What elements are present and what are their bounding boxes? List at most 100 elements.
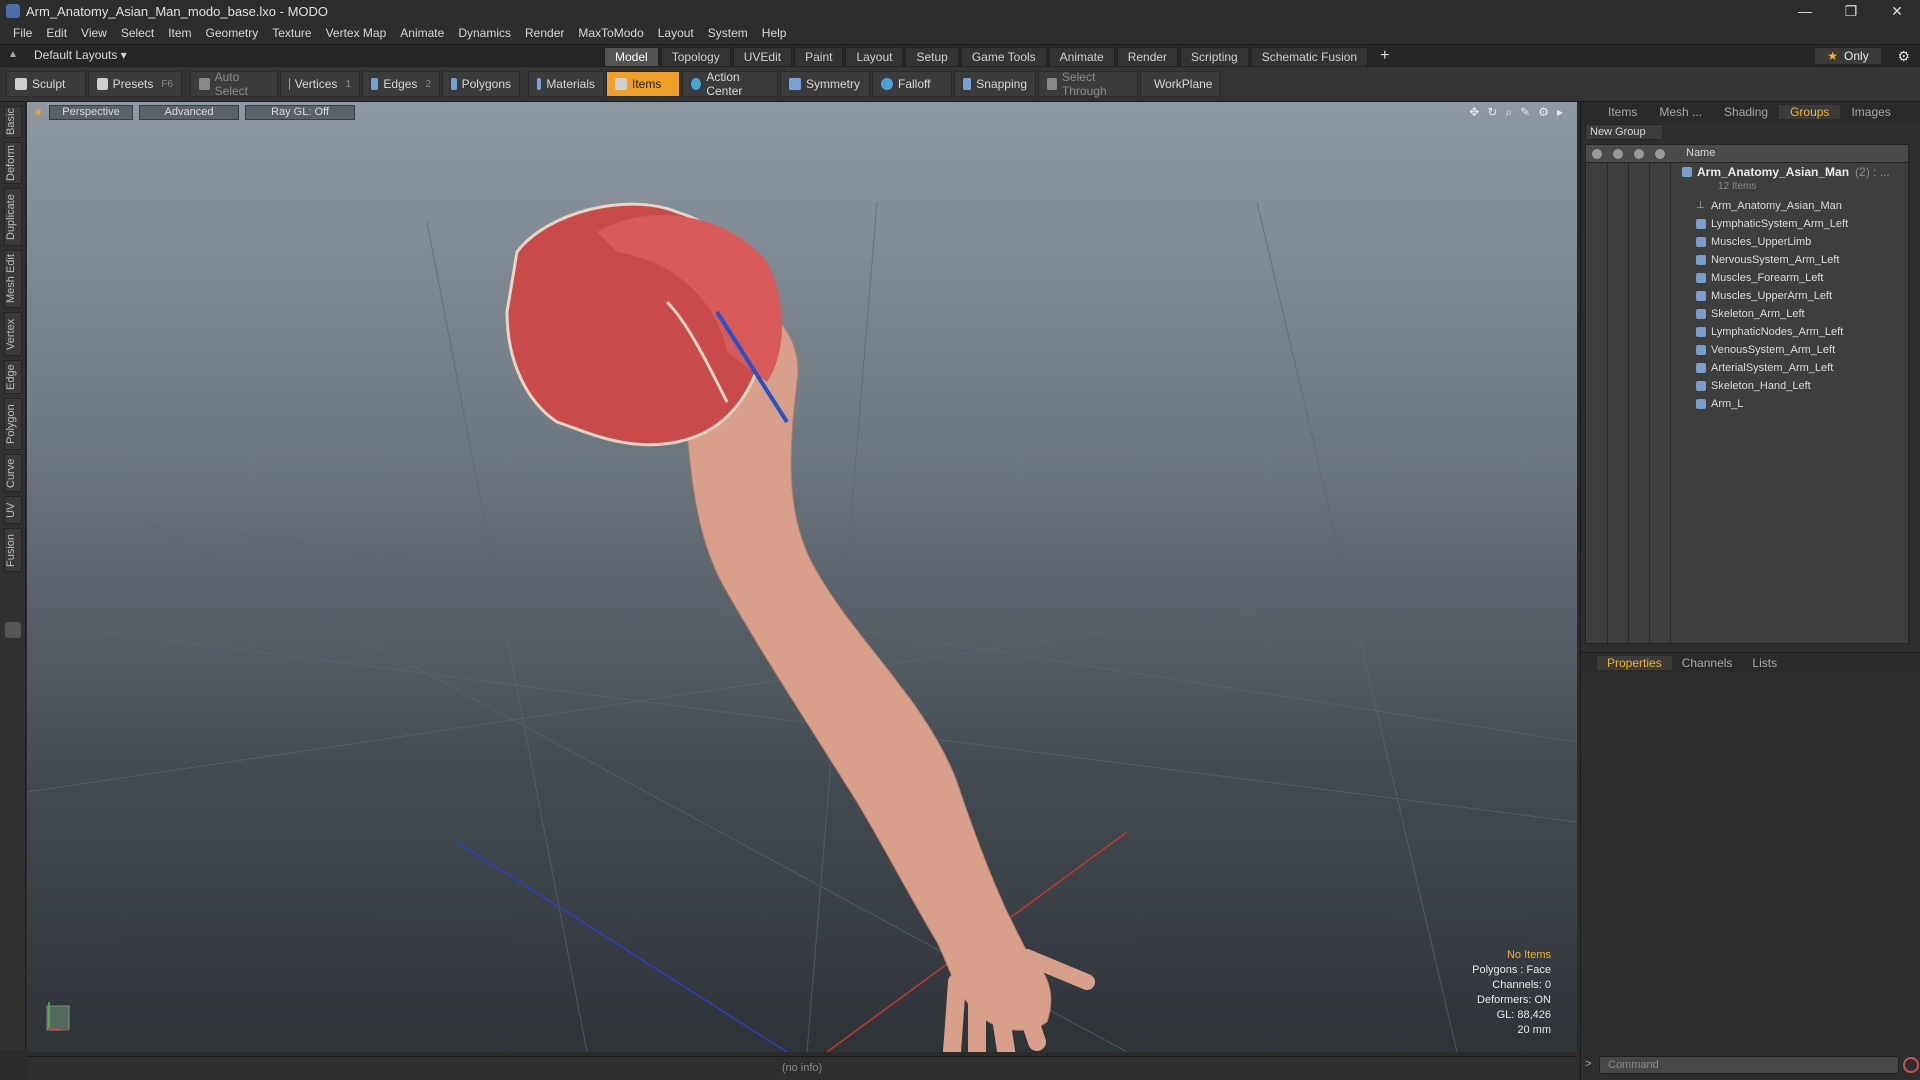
command-history-icon[interactable] (1903, 1057, 1919, 1073)
settings-icon[interactable]: ⚙ (1538, 105, 1549, 120)
auto-select-button[interactable]: Auto Select (190, 70, 278, 98)
zoom-icon[interactable]: ⌕ (1505, 105, 1512, 120)
menu-item[interactable]: Item (161, 26, 198, 40)
menu-help[interactable]: Help (755, 26, 794, 40)
items-button[interactable]: Items (606, 71, 680, 97)
workplane-button[interactable]: WorkPlane (1140, 71, 1220, 97)
vertices-button[interactable]: Vertices 1 (280, 71, 360, 97)
menu-render[interactable]: Render (518, 26, 571, 40)
left-tab-uv[interactable]: UV (4, 496, 22, 524)
tab-mesh[interactable]: Mesh ... (1648, 105, 1713, 119)
symmetry-button[interactable]: Symmetry (780, 71, 870, 97)
tab-topology[interactable]: Topology (660, 47, 731, 67)
left-tab-deform[interactable]: Deform (4, 142, 22, 184)
menu-vertex-map[interactable]: Vertex Map (319, 26, 394, 40)
left-tab-fusion[interactable]: Fusion (4, 528, 22, 572)
layout-dropdown[interactable]: ▲ Default Layouts ▾ (8, 48, 127, 62)
menu-file[interactable]: File (6, 26, 39, 40)
list-item[interactable]: ⊥ Arm_Anatomy_Asian_Man (1696, 197, 1842, 215)
presets-button[interactable]: Presets F6 (88, 71, 182, 97)
edges-label: Edges (383, 77, 418, 91)
perspective-dropdown[interactable]: Perspective (49, 104, 133, 120)
tab-properties[interactable]: Properties (1597, 655, 1672, 670)
list-item[interactable]: Muscles_UpperArm_Left (1696, 287, 1832, 305)
list-item[interactable]: ArterialSystem_Arm_Left (1696, 359, 1833, 377)
left-tab-mesh-edit[interactable]: Mesh Edit (4, 250, 22, 308)
menu-edit[interactable]: Edit (39, 26, 74, 40)
menu-system[interactable]: System (701, 26, 755, 40)
tab-paint[interactable]: Paint (794, 47, 844, 67)
tab-channels[interactable]: Channels (1672, 656, 1743, 670)
list-item[interactable]: Skeleton_Hand_Left (1696, 377, 1811, 395)
gear-icon[interactable]: ⚙ (1897, 48, 1910, 65)
add-tab-button[interactable]: + (1370, 47, 1399, 67)
pan-icon[interactable]: ✥ (1469, 105, 1479, 120)
maximize-icon[interactable]: ❐ (1828, 0, 1874, 22)
list-item[interactable]: NervousSystem_Arm_Left (1696, 251, 1839, 269)
menu-select[interactable]: Select (114, 26, 161, 40)
group-row[interactable]: Arm_Anatomy_Asian_Man (2) : ... (1682, 163, 1890, 181)
menu-texture[interactable]: Texture (265, 26, 318, 40)
name-column-header[interactable]: Name (1686, 147, 1715, 159)
left-tab-curve[interactable]: Curve (4, 454, 22, 492)
action-center-button[interactable]: Action Center (682, 70, 778, 98)
arm-model[interactable] (505, 202, 1095, 1052)
falloff-button[interactable]: Falloff (872, 71, 952, 97)
tab-animate[interactable]: Animate (1048, 47, 1115, 67)
palette-icon[interactable] (5, 622, 21, 638)
tab-layout[interactable]: Layout (845, 47, 904, 67)
polygons-button[interactable]: Polygons (442, 71, 520, 97)
vertices-shortcut: 1 (345, 78, 351, 90)
left-tab-duplicate[interactable]: Duplicate (4, 188, 22, 246)
rotate-icon[interactable]: ↻ (1487, 105, 1497, 120)
list-item[interactable]: Arm_L (1696, 395, 1743, 413)
edges-button[interactable]: Edges 2 (362, 71, 440, 97)
menu-maxtomodo[interactable]: MaxToModo (571, 26, 650, 40)
select-through-button[interactable]: Select Through (1038, 70, 1138, 98)
minimize-icon[interactable]: — (1782, 0, 1828, 22)
tab-shading[interactable]: Shading (1713, 105, 1779, 119)
tab-images[interactable]: Images (1840, 105, 1901, 119)
shading-dropdown[interactable]: Advanced (139, 104, 239, 120)
menu-dynamics[interactable]: Dynamics (451, 26, 518, 40)
pencil-icon[interactable]: ✎ (1520, 105, 1530, 120)
mesh-icon (1696, 381, 1706, 391)
tab-render[interactable]: Render (1116, 47, 1179, 67)
menu-animate[interactable]: Animate (393, 26, 451, 40)
list-item-label: NervousSystem_Arm_Left (1711, 254, 1840, 266)
viewport-info: No Items Polygons : Face Channels: 0 Def… (1472, 948, 1551, 1038)
menu-view[interactable]: View (74, 26, 114, 40)
close-icon[interactable]: ✕ (1874, 0, 1920, 22)
tab-scripting[interactable]: Scripting (1180, 47, 1249, 67)
tab-items[interactable]: Items (1597, 105, 1648, 119)
window-controls: — ❐ ✕ (1782, 0, 1920, 22)
tab-schematic-fusion[interactable]: Schematic Fusion (1250, 47, 1369, 67)
tab-setup[interactable]: Setup (905, 47, 959, 67)
list-item[interactable]: Muscles_Forearm_Left (1696, 269, 1824, 287)
list-item[interactable]: LymphaticNodes_Arm_Left (1696, 323, 1843, 341)
snapping-button[interactable]: Snapping (954, 71, 1036, 97)
3d-viewport[interactable]: Perspective Advanced Ray GL: Off ✥ ↻ ⌕ ✎… (27, 102, 1577, 1052)
list-item[interactable]: Muscles_UpperLimb (1696, 233, 1811, 251)
expand-arrow-icon[interactable]: ▸ (1557, 105, 1563, 120)
menu-geometry[interactable]: Geometry (199, 26, 266, 40)
list-item[interactable]: Skeleton_Arm_Left (1696, 305, 1805, 323)
tab-uvedit[interactable]: UVEdit (732, 47, 793, 67)
left-tab-edge[interactable]: Edge (4, 360, 22, 394)
list-item[interactable]: VenousSystem_Arm_Left (1696, 341, 1835, 359)
left-tab-basic[interactable]: Basic (4, 106, 22, 138)
sculpt-button[interactable]: Sculpt (6, 71, 86, 97)
materials-button[interactable]: Materials (528, 71, 604, 97)
raygl-toggle[interactable]: Ray GL: Off (245, 104, 355, 120)
tab-model[interactable]: Model (604, 47, 659, 67)
left-tab-polygon[interactable]: Polygon (4, 398, 22, 450)
menu-layout[interactable]: Layout (651, 26, 701, 40)
command-input[interactable]: Command (1599, 1056, 1899, 1074)
new-group-button[interactable]: New Group (1585, 124, 1663, 140)
tab-groups[interactable]: Groups (1779, 105, 1841, 119)
only-button[interactable]: ★ Only (1814, 47, 1882, 65)
left-tab-vertex[interactable]: Vertex (4, 312, 22, 356)
tab-lists[interactable]: Lists (1742, 656, 1787, 670)
list-item[interactable]: LymphaticSystem_Arm_Left (1696, 215, 1848, 233)
tab-game-tools[interactable]: Game Tools (960, 47, 1047, 67)
